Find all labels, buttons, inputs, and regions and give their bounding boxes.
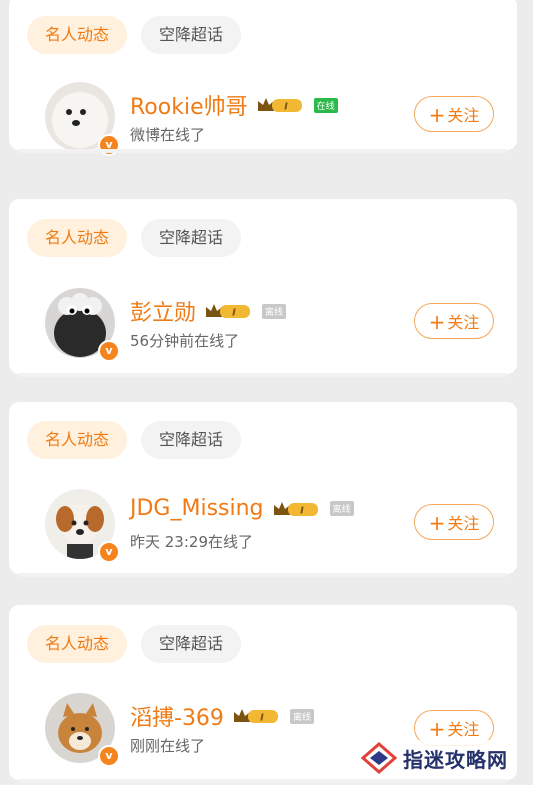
level-text: I — [284, 102, 288, 113]
follow-label: 关注 — [447, 313, 480, 332]
follow-button[interactable]: + 关注 — [414, 303, 494, 339]
plus-icon: + — [428, 717, 446, 741]
crown-level-icon: I — [204, 302, 254, 320]
follow-label: 关注 — [447, 514, 480, 533]
tab-celebrity-news[interactable]: 名人动态 — [27, 625, 128, 663]
tab-celebrity-news[interactable]: 名人动态 — [27, 421, 128, 459]
status-badge: 在线 — [313, 97, 338, 113]
status-badge: 离线 — [262, 303, 287, 319]
level-text: I — [260, 713, 264, 724]
user-name[interactable]: JDG_Missing I 离线 — [130, 496, 354, 521]
online-status-text: 刚刚在线了 — [130, 737, 206, 755]
online-status-text: 昨天 23:29在线了 — [130, 533, 253, 551]
status-badge: 离线 — [289, 708, 314, 724]
card-tabs: 名人动态 空降超话 — [27, 219, 242, 257]
watermark: 指迷攻略网 — [355, 740, 514, 776]
tab-airdrop-topic[interactable]: 空降超话 — [141, 421, 242, 459]
follow-label: 关注 — [447, 720, 480, 739]
plus-icon: + — [428, 310, 446, 334]
user-name[interactable]: 彭立勋 I 离线 — [130, 295, 287, 327]
card-tabs: 名人动态 空降超话 — [27, 625, 242, 663]
user-card: 名人动态 空降超话 v Rookie帅哥 I 在线 微博在线了 + 关注 — [9, 0, 517, 156]
user-name[interactable]: 滔搏-369 I 离线 — [130, 700, 314, 732]
user-name-text: 滔搏-369 — [130, 706, 224, 731]
plus-icon: + — [428, 511, 446, 535]
verified-badge-icon: v — [98, 541, 120, 563]
tab-airdrop-topic[interactable]: 空降超话 — [141, 625, 242, 663]
tab-celebrity-news[interactable]: 名人动态 — [27, 16, 128, 54]
follow-label: 关注 — [447, 106, 480, 125]
crown-level-icon: I — [232, 707, 282, 725]
verified-badge-icon: v — [98, 340, 120, 362]
user-card: 名人动态 空降超话 v 彭立勋 I 离线 56分钟前在线了 + 关注 — [9, 199, 517, 377]
tab-airdrop-topic[interactable]: 空降超话 — [141, 16, 242, 54]
diamond-logo-icon — [361, 742, 397, 774]
online-status-text: 微博在线了 — [130, 126, 206, 144]
level-text: I — [300, 505, 304, 516]
user-name[interactable]: Rookie帅哥 I 在线 — [130, 89, 338, 121]
verified-badge-icon: v — [98, 134, 120, 156]
card-tabs: 名人动态 空降超话 — [27, 421, 242, 459]
tab-celebrity-news[interactable]: 名人动态 — [27, 219, 128, 257]
crown-level-icon: I — [256, 96, 306, 114]
follow-button[interactable]: + 关注 — [414, 504, 494, 540]
user-name-text: 彭立勋 — [130, 301, 197, 326]
user-name-text: JDG_Missing — [130, 496, 264, 521]
tab-airdrop-topic[interactable]: 空降超话 — [141, 219, 242, 257]
card-tabs: 名人动态 空降超话 — [27, 16, 242, 54]
follow-button[interactable]: + 关注 — [414, 96, 494, 132]
watermark-text: 指迷攻略网 — [403, 747, 508, 772]
online-status-text: 56分钟前在线了 — [130, 332, 240, 350]
user-name-text: Rookie帅哥 — [130, 95, 248, 120]
plus-icon: + — [428, 103, 446, 127]
level-text: I — [232, 308, 236, 319]
verified-badge-icon: v — [98, 745, 120, 767]
crown-level-icon: I — [272, 500, 322, 518]
user-card: 名人动态 空降超话 v JDG_Missing I 离线 昨天 23:29在线了… — [9, 402, 517, 577]
status-badge: 离线 — [329, 501, 354, 516]
